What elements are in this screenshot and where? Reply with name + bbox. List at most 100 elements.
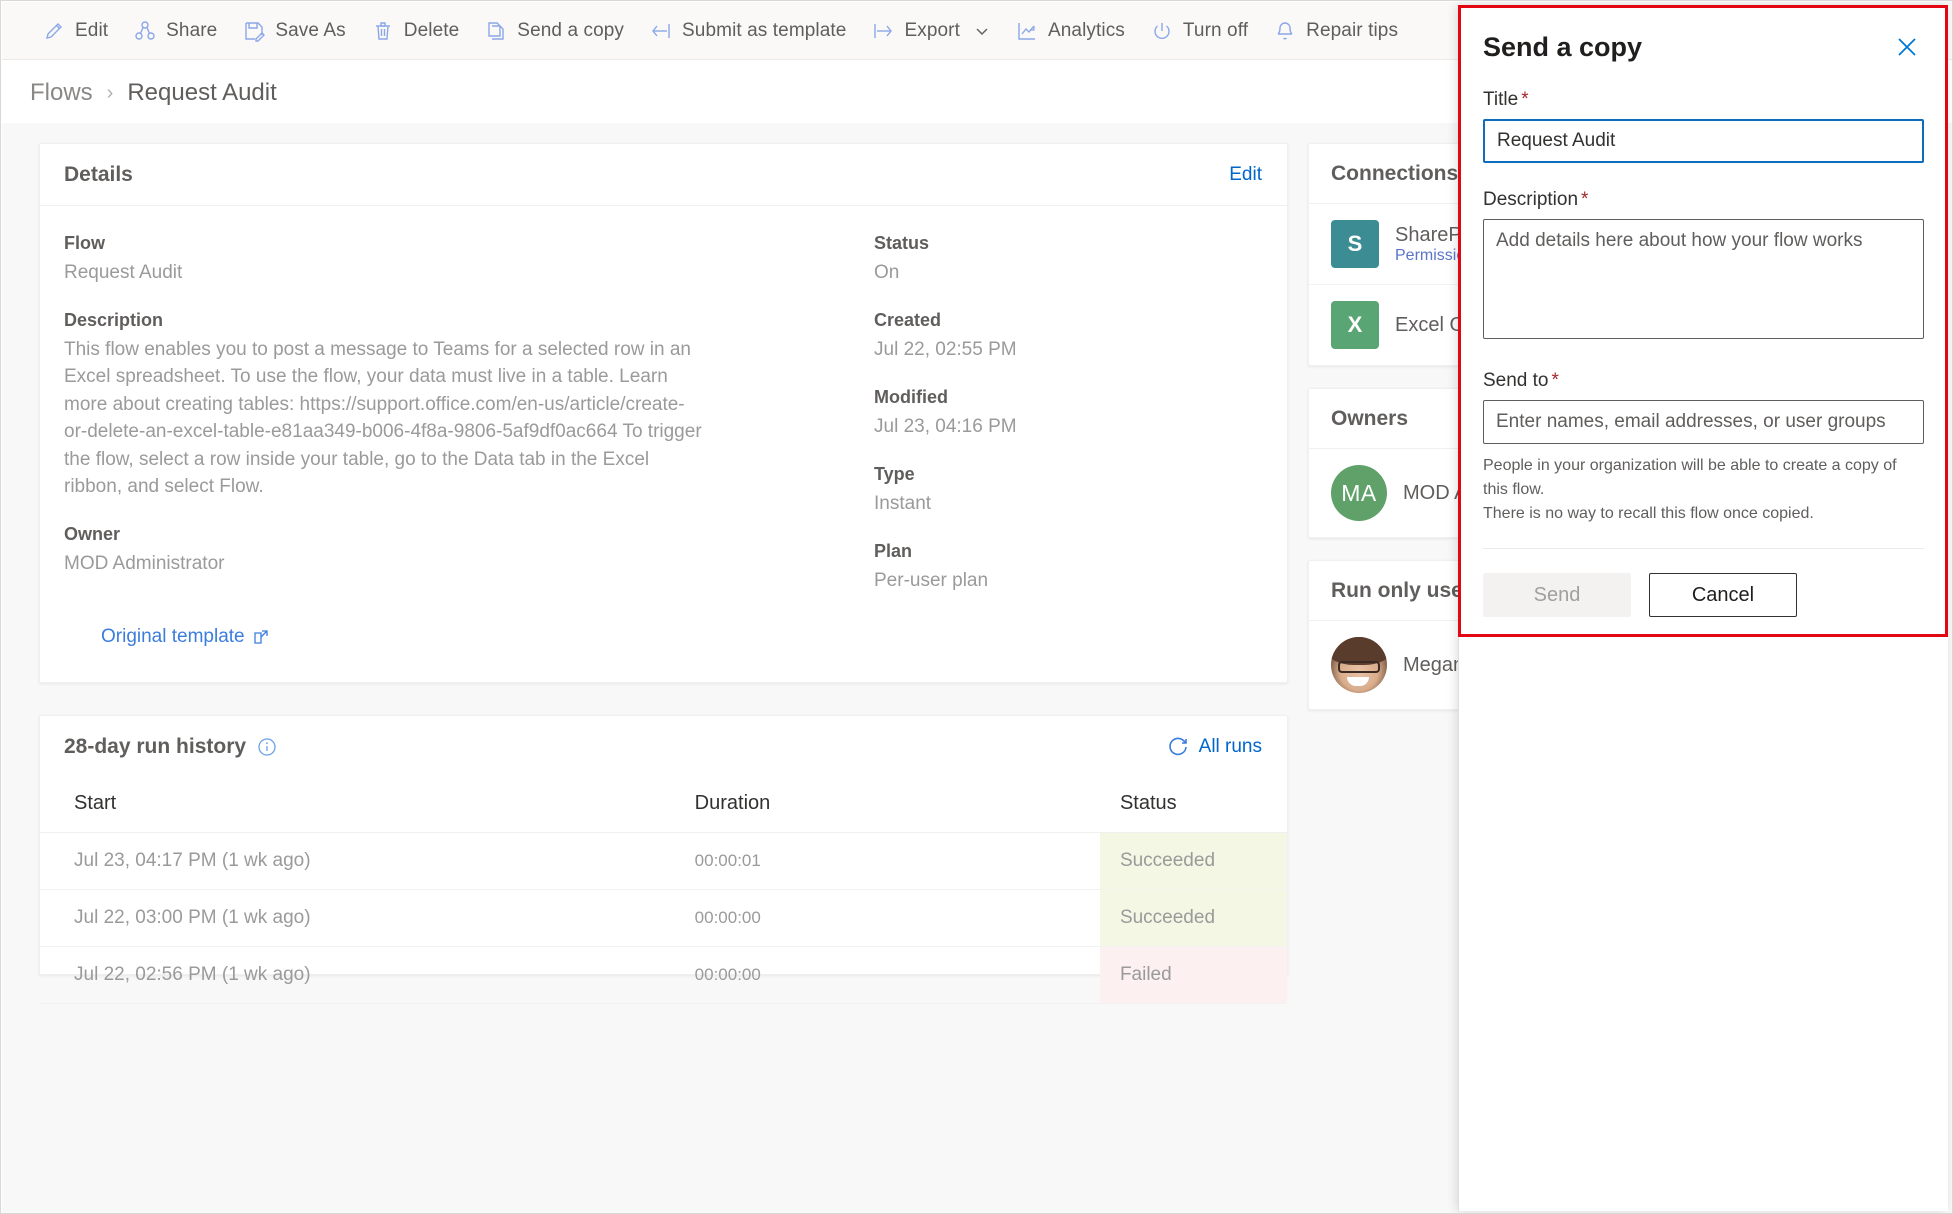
table-row[interactable]: Jul 23, 04:17 PM (1 wk ago) 00:00:01 Suc… <box>40 832 1287 890</box>
flow-details-page: Edit Share Save As Delete Send a copy Su… <box>0 0 1953 1214</box>
details-type-label: Type <box>874 464 915 484</box>
power-icon <box>1151 20 1173 42</box>
details-field-created: Created Jul 22, 02:55 PM <box>874 310 1254 363</box>
breadcrumb-separator-icon: › <box>106 81 114 104</box>
original-template-label: Original template <box>101 626 245 647</box>
run-history-tbody: Jul 23, 04:17 PM (1 wk ago) 00:00:01 Suc… <box>40 832 1287 1004</box>
refresh-icon <box>1167 736 1189 758</box>
send-button[interactable]: Send <box>1483 573 1631 617</box>
run-history-card: 28-day run history All runs Start Durati… <box>39 715 1288 1004</box>
toolbar-button-delete[interactable]: Delete <box>359 9 473 53</box>
send-to-field-label-text: Send to <box>1483 370 1549 391</box>
details-description-label: Description <box>64 310 164 330</box>
avatar: MA <box>1331 465 1387 521</box>
pencil-icon <box>43 20 65 42</box>
details-modified-label: Modified <box>874 387 948 407</box>
send-to-input[interactable] <box>1483 400 1924 444</box>
details-card: Details Edit Flow Request Audit Descript… <box>39 143 1288 683</box>
details-body: Flow Request Audit Description This flow… <box>40 206 1287 618</box>
column-header-duration[interactable]: Duration <box>694 778 1100 833</box>
toolbar-button-send-a-copy[interactable]: Send a copy <box>472 9 637 53</box>
panel-title: Send a copy <box>1483 32 1643 62</box>
details-field-description: Description This flow enables you to pos… <box>64 310 874 500</box>
chevron-down-icon <box>974 23 990 39</box>
toolbar-label-export: Export <box>904 19 960 41</box>
details-owner-label: Owner <box>64 524 121 545</box>
toolbar-label-analytics: Analytics <box>1047 19 1125 41</box>
panel-help-text: People in your organization will be able… <box>1483 454 1924 526</box>
details-created-label: Created <box>874 310 942 330</box>
title-field-label-text: Title <box>1483 89 1519 110</box>
excel-icon-letter: X <box>1347 312 1363 337</box>
bell-icon <box>1274 20 1296 42</box>
run-start: Jul 22, 03:00 PM (1 wk ago) <box>40 889 695 947</box>
column-header-status[interactable]: Status <box>1099 778 1287 833</box>
toolbar-button-save-as[interactable]: Save As <box>230 9 358 53</box>
send-a-copy-panel: Send a copy Title* Description* Send to*… <box>1458 5 1948 1211</box>
toolbar-label-share: Share <box>166 19 218 41</box>
table-header-row: Start Duration Status <box>40 778 1287 833</box>
details-left-column: Flow Request Audit Description This flow… <box>64 233 874 618</box>
toolbar-label-save-as: Save As <box>275 19 346 41</box>
info-icon[interactable] <box>257 737 277 757</box>
run-duration: 00:00:00 <box>694 889 1100 947</box>
column-header-start[interactable]: Start <box>40 778 695 833</box>
details-title: Details <box>64 162 133 186</box>
details-modified-value: Jul 23, 04:16 PM <box>874 416 1017 437</box>
toolbar-label-send-a-copy: Send a copy <box>517 19 625 41</box>
panel-actions: Send Cancel <box>1483 573 1924 617</box>
panel-help-line-1: People in your organization will be able… <box>1483 457 1897 498</box>
run-history-thead: Start Duration Status <box>40 778 1287 833</box>
toolbar-button-edit[interactable]: Edit <box>30 9 121 53</box>
details-owner-value: MOD Administrator <box>64 553 225 575</box>
toolbar-button-share[interactable]: Share <box>121 9 230 53</box>
save-as-icon <box>243 20 266 42</box>
panel-header: Send a copy <box>1483 5 1924 63</box>
external-link-icon <box>253 629 269 645</box>
title-field-label: Title * <box>1483 89 1924 111</box>
breadcrumb-link-flows[interactable]: Flows <box>30 79 93 107</box>
details-description-value: This flow enables you to post a message … <box>64 339 702 498</box>
description-textarea[interactable] <box>1483 219 1924 339</box>
share-icon <box>134 20 156 42</box>
details-field-modified: Modified Jul 23, 04:16 PM <box>874 387 1254 440</box>
run-history-title: 28-day run history <box>64 735 247 758</box>
run-history-table: Start Duration Status Jul 23, 04:17 PM (… <box>40 778 1287 1004</box>
close-icon[interactable] <box>1890 32 1924 62</box>
status-badge: Succeeded <box>1099 832 1287 890</box>
panel-divider <box>1483 548 1924 549</box>
toolbar-label-submit-as-template: Submit as template <box>682 19 847 41</box>
toolbar-button-analytics[interactable]: Analytics <box>1003 9 1138 53</box>
details-edit-link[interactable]: Edit <box>1229 164 1262 186</box>
cancel-button[interactable]: Cancel <box>1649 573 1797 617</box>
all-runs-label: All runs <box>1198 736 1262 757</box>
details-card-header: Details Edit <box>40 144 1287 206</box>
run-start: Jul 23, 04:17 PM (1 wk ago) <box>40 832 695 890</box>
details-status-value: On <box>874 262 900 283</box>
details-field-flow: Flow Request Audit <box>64 233 874 286</box>
send-to-field-label: Send to * <box>1483 370 1924 392</box>
excel-icon: X <box>1331 301 1379 349</box>
avatar-smile <box>1347 677 1369 686</box>
toolbar-button-turn-off[interactable]: Turn off <box>1138 9 1261 53</box>
all-runs-link[interactable]: All runs <box>1167 736 1262 758</box>
export-icon <box>872 20 894 42</box>
toolbar-button-repair-tips[interactable]: Repair tips <box>1261 9 1411 53</box>
status-badge: Failed <box>1099 946 1287 1004</box>
toolbar-button-submit-as-template[interactable]: Submit as template <box>637 9 859 53</box>
title-input[interactable] <box>1483 119 1924 163</box>
analytics-icon <box>1016 20 1038 42</box>
copy-icon <box>485 20 507 42</box>
run-duration: 00:00:00 <box>694 946 1100 1004</box>
run-duration: 00:00:01 <box>694 832 1100 890</box>
details-status-label: Status <box>874 233 930 253</box>
required-marker: * <box>1551 370 1559 391</box>
toolbar-button-export[interactable]: Export <box>859 9 1003 53</box>
toolbar-label-edit: Edit <box>75 19 109 41</box>
breadcrumb-current: Request Audit <box>127 79 277 106</box>
sharepoint-icon: S <box>1331 220 1379 268</box>
original-template-link[interactable]: Original template <box>101 626 269 648</box>
table-row[interactable]: Jul 22, 02:56 PM (1 wk ago) 00:00:00 Fai… <box>40 946 1287 1004</box>
table-row[interactable]: Jul 22, 03:00 PM (1 wk ago) 00:00:00 Suc… <box>40 889 1287 947</box>
details-type-value: Instant <box>874 493 932 514</box>
